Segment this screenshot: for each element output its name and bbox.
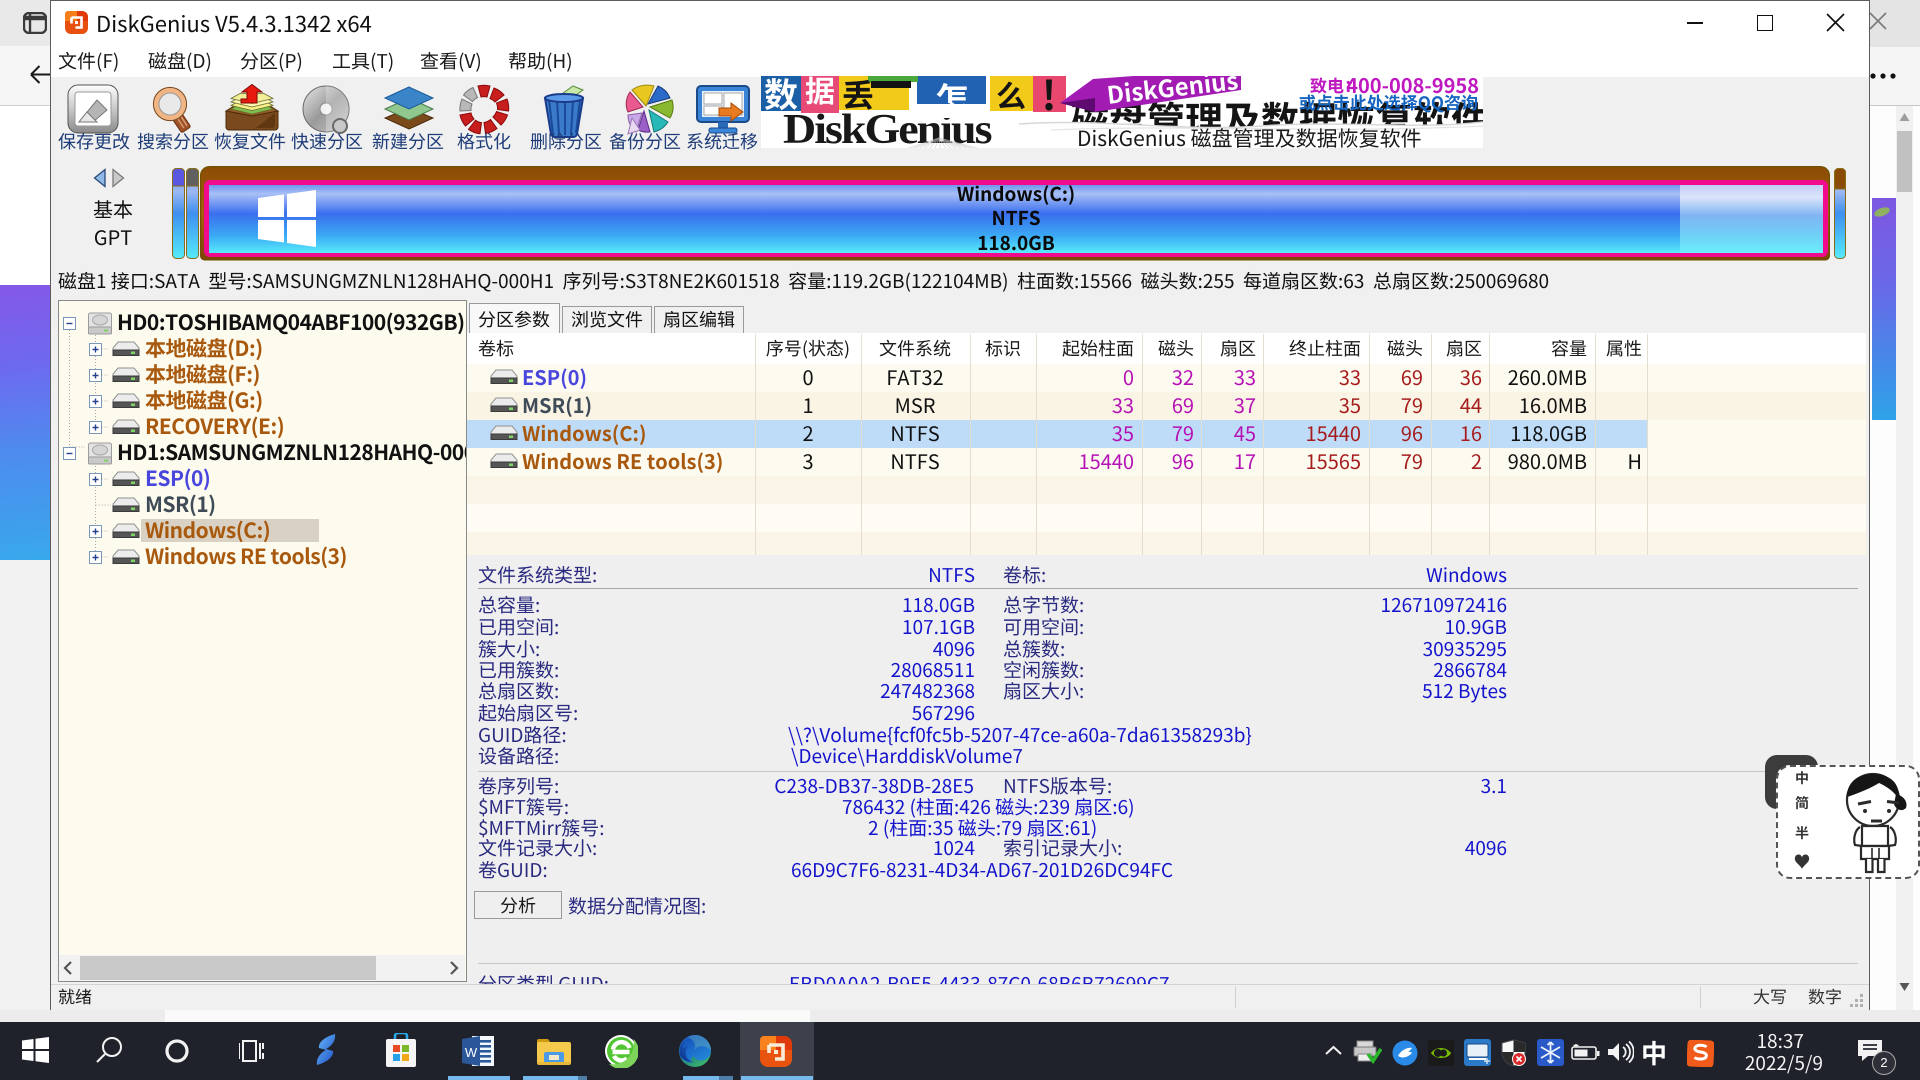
svg-text:W: W bbox=[465, 1045, 478, 1060]
